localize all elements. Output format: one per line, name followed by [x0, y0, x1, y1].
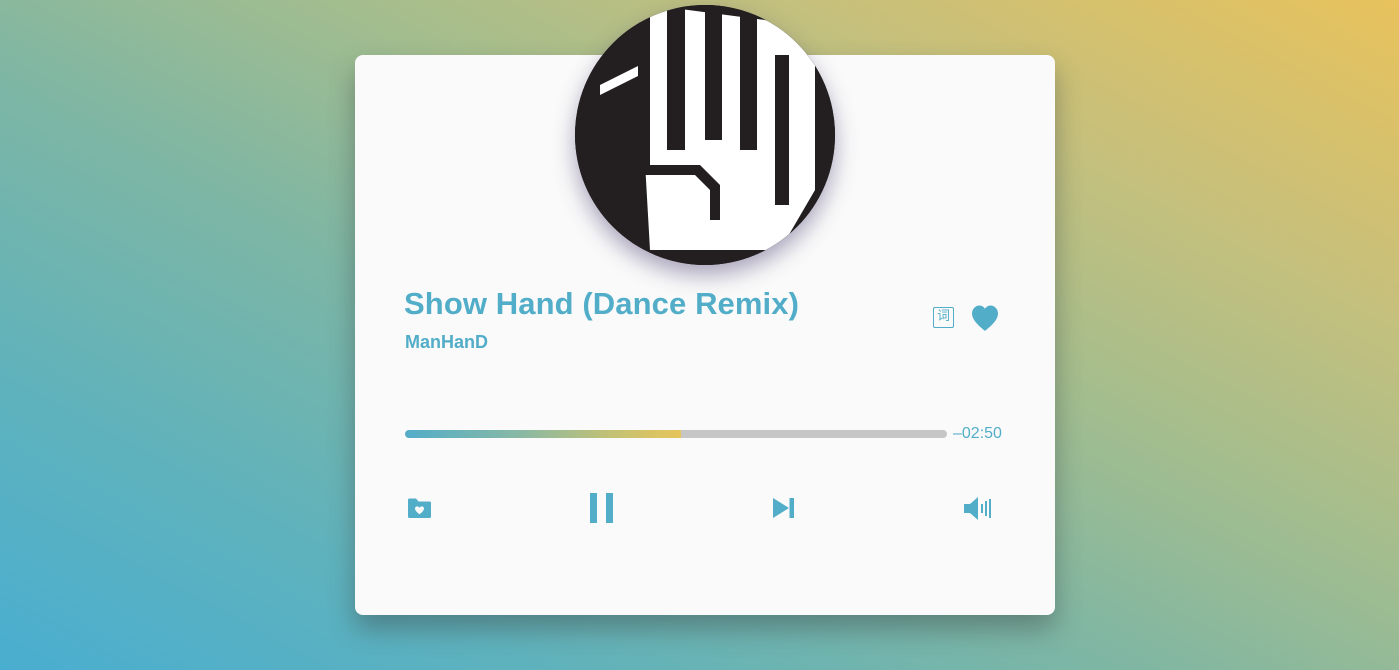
- track-title: Show Hand (Dance Remix): [404, 286, 800, 321]
- pause-icon[interactable]: [589, 492, 615, 524]
- lyrics-button[interactable]: 词: [933, 307, 954, 328]
- showhand-logo: SHOWHAND: [575, 5, 835, 265]
- cover-text: SHOWHAND: [610, 100, 631, 214]
- folder-heart-icon[interactable]: [407, 497, 432, 519]
- time-remaining: –02:50: [953, 425, 1002, 442]
- track-artist: ManHanD: [405, 332, 489, 352]
- volume-icon[interactable]: [962, 496, 993, 521]
- progress-fill: [405, 430, 682, 438]
- progress-bar[interactable]: [405, 430, 947, 438]
- heart-icon[interactable]: [969, 302, 1001, 334]
- album-cover: SHOWHAND: [575, 5, 835, 265]
- skip-next-icon[interactable]: [772, 496, 796, 520]
